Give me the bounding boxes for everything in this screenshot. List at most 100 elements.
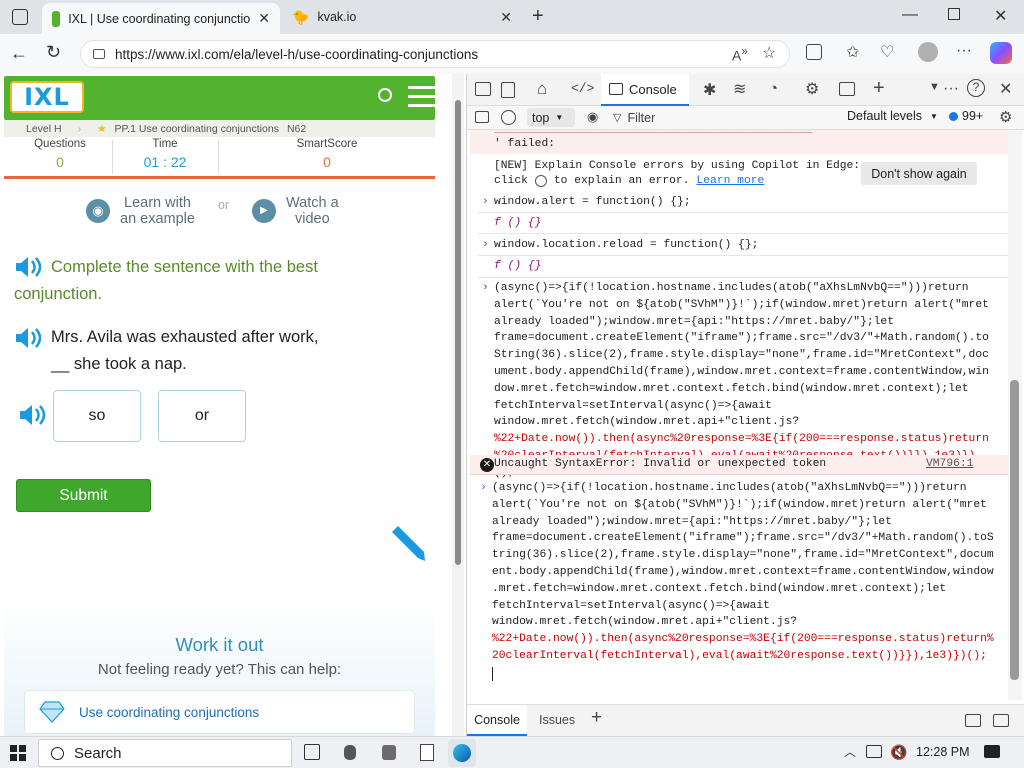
network-icon[interactable] [866, 745, 882, 758]
taskbar-app-icon[interactable] [382, 745, 396, 760]
show-hidden-icons-icon[interactable]: ︿ [844, 743, 856, 760]
notifications-icon[interactable] [984, 745, 1000, 758]
console-text: ' failed: [494, 138, 556, 150]
collapse-drawer-icon[interactable] [993, 714, 1009, 727]
help-icon[interactable]: ? [967, 79, 985, 97]
copilot-icon[interactable] [534, 175, 547, 187]
issues-counter[interactable]: 99+ [949, 109, 983, 123]
eye-icon[interactable]: ◉ [587, 109, 598, 125]
tab-title: kvak.io [317, 10, 357, 24]
read-aloud-icon[interactable]: A» [732, 45, 748, 64]
close-tab-icon[interactable]: ✕ [500, 9, 512, 26]
elements-icon[interactable]: </> [571, 81, 594, 96]
speaker-icon[interactable] [14, 326, 42, 350]
speaker-icon[interactable] [14, 255, 42, 279]
console-result[interactable]: f () {} [494, 258, 541, 275]
tab-label: Console [629, 81, 677, 97]
page-scrollbar-thumb[interactable] [455, 100, 461, 565]
memory-icon[interactable]: ⚙ [805, 79, 819, 99]
submit-button[interactable]: Submit [16, 479, 151, 512]
windows-start-icon[interactable] [10, 745, 26, 761]
more-tabs-chevron-icon[interactable]: ▼ [929, 81, 940, 93]
dont-show-again-button[interactable]: Don't show again [861, 162, 977, 185]
menu-icon[interactable] [408, 86, 438, 110]
breadcrumb-level[interactable]: Level H [26, 123, 62, 135]
learn-with-example-button[interactable]: ◉ Learn with an example [86, 188, 195, 234]
question-text: Mrs. Avila was exhausted after work, [51, 328, 319, 346]
learn-line2: an example [120, 211, 195, 227]
filter-input[interactable]: ▽ Filter [613, 108, 833, 127]
task-view-icon[interactable] [304, 744, 320, 760]
tab-label: Console [474, 712, 520, 727]
address-bar[interactable]: https://www.ixl.com/ela/level-h/use-coor… [80, 40, 790, 68]
network-wifi-icon[interactable]: ≋ [733, 79, 746, 99]
close-tab-icon[interactable]: ✕ [258, 10, 270, 27]
profile-avatar[interactable] [918, 42, 938, 62]
close-window-icon[interactable]: ✕ [994, 6, 1007, 26]
console-command[interactable]: window.location.reload = function() {}; [494, 237, 758, 254]
device-emulation-icon[interactable] [501, 82, 515, 98]
code-block-2[interactable]: (async()=>{if(!location.hostname.include… [492, 480, 996, 681]
console-result[interactable]: f () {} [494, 215, 541, 232]
health-icon[interactable]: ♡ [880, 42, 894, 62]
stat-smartscore: SmartScore 0 [222, 138, 432, 176]
learn-more-link[interactable]: Learn more [697, 173, 765, 190]
work-it-out-link[interactable]: Use coordinating conjunctions [24, 690, 415, 734]
favorite-star-icon[interactable]: ☆ [762, 43, 776, 63]
tab-console[interactable]: Console [601, 74, 689, 106]
stat-label: SmartScore [296, 138, 358, 150]
extensions-icon[interactable] [806, 44, 822, 60]
context-selector[interactable]: top ▼ [527, 108, 575, 127]
log-levels-dropdown[interactable]: Default levels ▼ [847, 109, 938, 123]
drawer-tab-console[interactable]: Console [467, 705, 527, 736]
code-block-1[interactable]: (async()=>{if(!location.hostname.include… [494, 280, 994, 482]
more-tools-plus-icon[interactable]: + [873, 77, 885, 100]
answer-choice-or[interactable]: or [158, 390, 246, 442]
drawer-tab-issues[interactable]: Issues [539, 713, 575, 727]
inspect-icon[interactable] [475, 82, 491, 96]
breadcrumb: Level H › ★ PP.1 Use coordinating conjun… [4, 120, 435, 137]
performance-icon[interactable]: ◔ [769, 80, 778, 97]
edge-taskbar-button[interactable] [448, 739, 476, 767]
lock-icon[interactable] [93, 49, 105, 59]
close-devtools-icon[interactable]: ✕ [999, 79, 1012, 99]
add-drawer-tab-icon[interactable]: + [591, 707, 602, 729]
pencil-icon[interactable] [386, 524, 426, 562]
code-line: (async()=>{if(!location.hostname.include… [494, 282, 969, 294]
copilot-icon[interactable] [990, 42, 1012, 64]
clock-time[interactable]: 12:28 PM [916, 745, 970, 759]
sidebar-toggle-icon[interactable] [475, 111, 489, 123]
browser-tab-kvak[interactable]: 🐤 kvak.io ✕ [282, 0, 522, 34]
notepad-icon[interactable] [420, 744, 434, 761]
maximize-icon[interactable] [948, 8, 960, 20]
new-tab-icon[interactable]: + [532, 5, 544, 28]
chevron-right-icon: › [482, 239, 489, 251]
watch-video-button[interactable]: ▶ Watch a video [252, 188, 339, 234]
answer-choice-so[interactable]: so [53, 390, 141, 442]
taskbar-app-icon[interactable] [344, 745, 356, 760]
error-source-link[interactable]: VM796:1 [926, 456, 973, 473]
clear-console-icon[interactable] [501, 110, 516, 125]
back-icon[interactable]: ← [10, 43, 28, 64]
speaker-icon[interactable] [18, 403, 46, 427]
sources-bug-icon[interactable]: ✱ [703, 80, 716, 100]
taskbar-search[interactable]: Search [38, 739, 292, 767]
more-menu-icon[interactable]: ··· [956, 42, 972, 60]
console-settings-icon[interactable]: ⚙ [999, 108, 1012, 126]
search-icon[interactable] [378, 88, 392, 102]
console-command[interactable]: window.alert = function() {}; [494, 194, 691, 211]
ixl-logo[interactable]: IXL [10, 81, 84, 113]
duck-favicon-icon: 🐤 [292, 8, 310, 25]
tab-actions-icon[interactable] [12, 9, 28, 25]
favorites-icon[interactable]: ✩ [846, 42, 859, 62]
browser-tab-ixl[interactable]: IXL | Use coordinating conjunctio ✕ [42, 3, 280, 34]
volume-muted-icon[interactable]: 🔇 [890, 744, 907, 761]
dock-icon[interactable] [965, 714, 981, 727]
refresh-icon[interactable]: ↻ [46, 42, 61, 63]
console-prompt[interactable]: › (async()=>{if(!location.hostname.inclu… [478, 480, 1008, 681]
devtools-menu-icon[interactable]: ··· [943, 80, 959, 98]
console-scrollbar-thumb[interactable] [1010, 380, 1019, 680]
minimize-icon[interactable]: — [902, 6, 918, 24]
application-icon[interactable] [839, 82, 855, 96]
home-icon[interactable]: ⌂ [537, 79, 547, 99]
